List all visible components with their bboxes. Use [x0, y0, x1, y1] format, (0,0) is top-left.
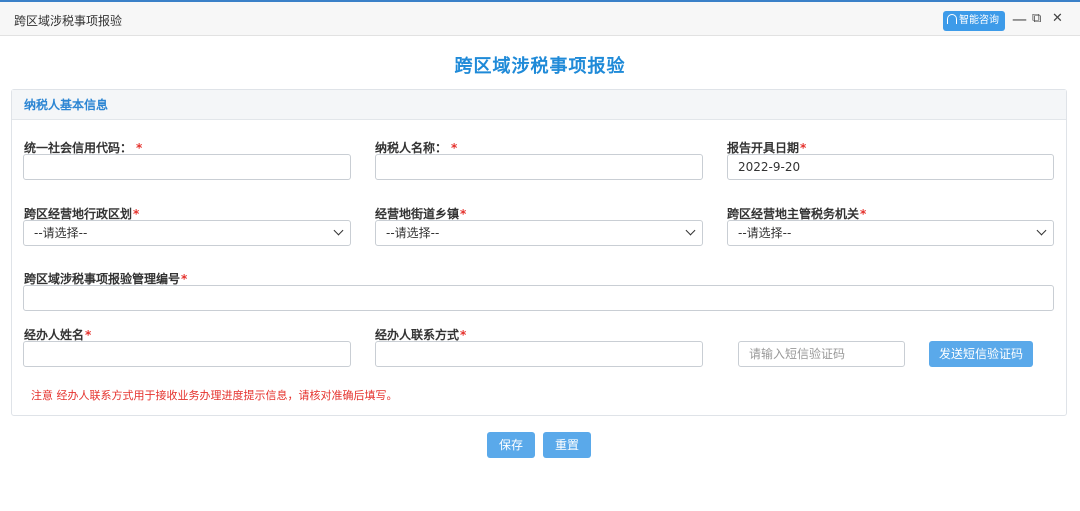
close-icon[interactable]: ✕	[1052, 10, 1063, 28]
required-mark: *	[451, 141, 458, 155]
send-sms-code-button[interactable]: 发送短信验证码	[929, 341, 1033, 367]
admin-region-select[interactable]: --请选择--	[23, 220, 351, 246]
chevron-down-icon	[333, 225, 344, 236]
window-title: 跨区域涉税事项报验	[14, 14, 123, 28]
minimize-icon[interactable]: —	[1012, 10, 1027, 28]
required-mark: *	[460, 328, 467, 342]
restore-icon[interactable]: ⧉	[1032, 10, 1041, 28]
taxpayer-name-input[interactable]	[375, 154, 703, 180]
required-mark: *	[181, 272, 188, 286]
street-town-select[interactable]: --请选择--	[375, 220, 703, 246]
panel-heading: 纳税人基本信息	[12, 90, 1066, 120]
tax-authority-selected: --请选择--	[738, 226, 792, 240]
mgmt-number-input[interactable]	[23, 285, 1054, 311]
page-title: 跨区域涉税事项报验	[454, 56, 626, 77]
sms-code-input[interactable]: 请输入短信验证码	[738, 341, 905, 367]
street-town-selected: --请选择--	[386, 226, 440, 240]
tax-authority-select[interactable]: --请选择--	[727, 220, 1054, 246]
save-button[interactable]: 保存	[487, 432, 535, 458]
window-titlebar: 跨区域涉税事项报验 智能咨询 — ⧉ ✕	[0, 0, 1080, 36]
headset-icon	[947, 14, 957, 24]
required-mark: *	[133, 207, 140, 221]
required-mark: *	[800, 141, 807, 155]
required-mark: *	[460, 207, 467, 221]
required-mark: *	[860, 207, 867, 221]
smart-assist-button[interactable]: 智能咨询	[943, 11, 1005, 31]
agent-contact-input[interactable]	[375, 341, 703, 367]
agent-name-input[interactable]	[23, 341, 351, 367]
contact-notice: 注意 经办人联系方式用于接收业务办理进度提示信息，请核对准确后填写。	[31, 389, 398, 402]
smart-assist-label: 智能咨询	[959, 15, 999, 26]
credit-code-input[interactable]	[23, 154, 351, 180]
chevron-down-icon	[685, 225, 696, 236]
report-date-input[interactable]: 2022-9-20	[727, 154, 1054, 180]
chevron-down-icon	[1036, 225, 1047, 236]
required-mark: *	[136, 141, 143, 155]
required-mark: *	[85, 328, 92, 342]
admin-region-selected: --请选择--	[34, 226, 88, 240]
reset-button[interactable]: 重置	[543, 432, 591, 458]
